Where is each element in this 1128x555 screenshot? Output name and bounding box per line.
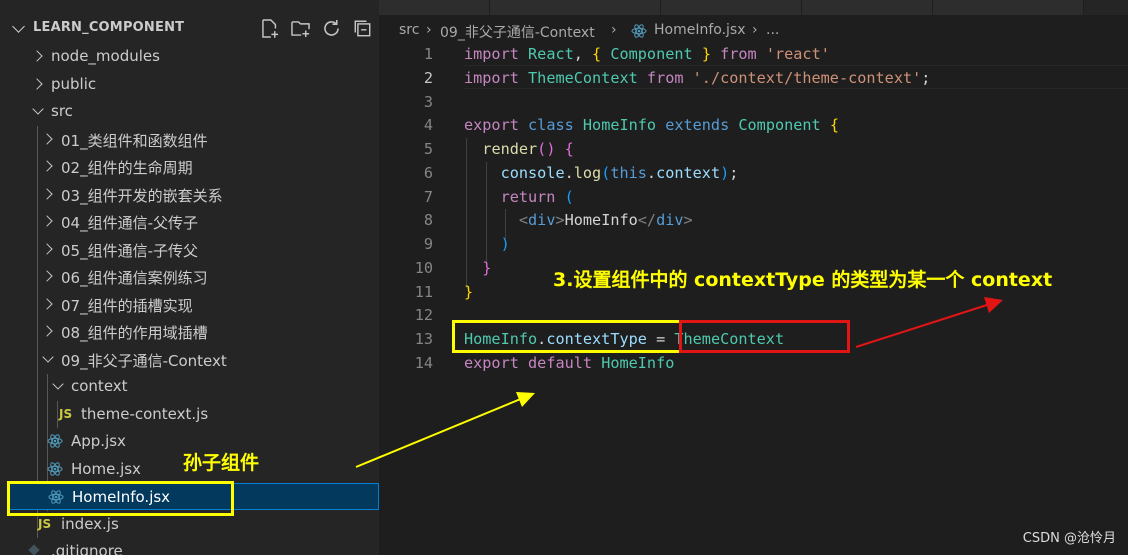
watermark: CSDN @沧怜月: [1022, 531, 1116, 546]
annotation-arrows: [355, 297, 1003, 468]
yellow-arrow: [355, 392, 535, 468]
red-arrow: [855, 297, 1003, 348]
